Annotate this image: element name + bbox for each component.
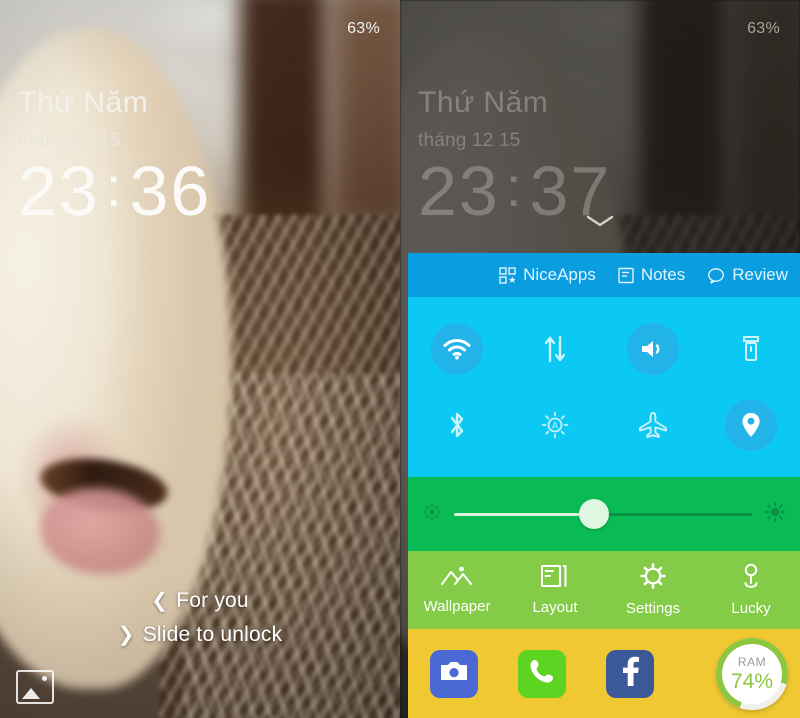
ram-gauge-widget[interactable]: RAM 74%: [716, 637, 788, 710]
data-transfer-icon: [529, 323, 581, 375]
volume-icon: [627, 323, 679, 375]
toggle-mobile-data[interactable]: [506, 323, 604, 375]
bluetooth-icon: [431, 399, 483, 451]
layout-icon: [540, 564, 570, 592]
niceapps-button[interactable]: NiceApps: [499, 265, 596, 285]
brightness-fill: [454, 512, 595, 516]
lockscreen-clock: Thứ Năm tháng 12 15 23 : 36: [18, 86, 211, 227]
image-icon[interactable]: [16, 670, 54, 704]
niceapps-label: NiceApps: [523, 265, 596, 284]
lockscreen-clock-dimmed: Thứ Năm tháng 12 15 23 : 37: [418, 86, 611, 227]
airplane-icon: [627, 399, 679, 451]
shortcut-lucky[interactable]: Lucky: [702, 563, 800, 617]
date-label: tháng 12 15: [418, 130, 521, 151]
chevron-left-icon: ❮: [151, 590, 169, 612]
slide-to-unlock-hint[interactable]: ❯ Slide to unlock: [0, 618, 400, 652]
brightness-high-icon: [764, 501, 786, 528]
battery-percentage: 63%: [747, 20, 780, 37]
chevron-down-icon[interactable]: [585, 214, 615, 228]
toggle-airplane-mode[interactable]: [604, 399, 702, 451]
gear-icon: [640, 563, 666, 593]
toggle-row-2: A: [408, 387, 800, 463]
toggle-wifi[interactable]: [408, 323, 506, 375]
controlcenter-panel: 63% Thứ Năm tháng 12 15 23 : 37 NiceApps: [400, 0, 800, 718]
shortcut-row: Wallpaper Layout Settings Lucky: [408, 551, 800, 629]
notes-button[interactable]: Notes: [618, 265, 685, 285]
notes-label: Notes: [640, 265, 686, 284]
battery-percentage: 63%: [347, 20, 380, 37]
brightness-knob[interactable]: [579, 499, 610, 529]
screenshot-stage: 63% Thứ Năm tháng 12 15 23 : 36 ❮ For you…: [0, 0, 800, 718]
clock-colon: :: [505, 155, 524, 218]
location-pin-icon: [725, 399, 777, 451]
chat-bubble-icon: [707, 267, 725, 284]
phone-icon: [529, 658, 555, 689]
date-label: tháng 12 15: [18, 130, 121, 151]
clock-hour: 23: [418, 152, 500, 230]
weekday-label: Thứ Năm: [418, 86, 549, 119]
niceapps-grid-icon: [499, 266, 516, 284]
shortcut-label: Settings: [625, 600, 681, 617]
mountain-picture-icon: [440, 565, 474, 591]
clock-time: 23 : 36: [18, 156, 211, 226]
camera-icon: [439, 659, 469, 688]
ram-label: RAM: [737, 654, 767, 669]
facebook-icon: [620, 656, 640, 691]
toggle-row-1: [408, 311, 800, 387]
weekday-label: Thứ Năm: [18, 86, 149, 119]
auto-brightness-icon: A: [529, 399, 581, 451]
toggle-bluetooth[interactable]: [408, 399, 506, 451]
brightness-slider-row: [408, 477, 800, 551]
lockscreen-panel: 63% Thứ Năm tháng 12 15 23 : 36 ❮ For you…: [0, 0, 400, 718]
chevron-right-icon: ❯: [117, 624, 135, 646]
review-button[interactable]: Review: [707, 265, 788, 285]
for-you-hint[interactable]: ❮ For you: [0, 584, 400, 618]
toggle-sound[interactable]: [604, 323, 702, 375]
toggle-flashlight[interactable]: [702, 323, 800, 375]
control-center: NiceApps Notes Review A Wallpaper Layout…: [408, 253, 800, 718]
shortcut-layout[interactable]: Layout: [506, 564, 604, 616]
app-shortcut-row: RAM 74%: [408, 629, 800, 718]
clock-time: 23 : 37: [418, 156, 611, 226]
flashlight-icon: [725, 323, 777, 375]
brightness-slider[interactable]: [454, 499, 752, 529]
shortcut-label: Wallpaper: [423, 598, 491, 615]
shortcut-settings[interactable]: Settings: [604, 563, 702, 617]
clock-hour: 23: [18, 152, 100, 230]
review-label: Review: [732, 265, 788, 284]
shortcut-label: Lucky: [731, 600, 771, 617]
unlock-hints: ❮ For you ❯ Slide to unlock: [0, 584, 400, 652]
svg-text:A: A: [552, 421, 558, 431]
wifi-icon: [431, 323, 483, 375]
control-center-app-bar: NiceApps Notes Review: [408, 253, 800, 297]
ram-value: 74%: [730, 669, 774, 693]
toggle-auto-brightness[interactable]: A: [506, 399, 604, 451]
lucky-clover-icon: [739, 563, 763, 593]
shortcut-label: Layout: [532, 599, 578, 616]
camera-app-button[interactable]: [430, 649, 478, 698]
clock-minute: 36: [129, 152, 212, 230]
quick-toggles: A: [408, 297, 800, 477]
phone-app-button[interactable]: [518, 649, 566, 698]
clock-colon: :: [105, 155, 124, 218]
slide-to-unlock-label: Slide to unlock: [142, 623, 283, 646]
shortcut-wallpaper[interactable]: Wallpaper: [408, 565, 506, 615]
brightness-low-icon: [422, 502, 442, 527]
notes-icon: [618, 267, 634, 284]
facebook-app-button[interactable]: [606, 649, 654, 698]
for-you-label: For you: [176, 589, 249, 612]
ram-inner: RAM 74%: [722, 643, 782, 704]
toggle-location[interactable]: [702, 399, 800, 451]
